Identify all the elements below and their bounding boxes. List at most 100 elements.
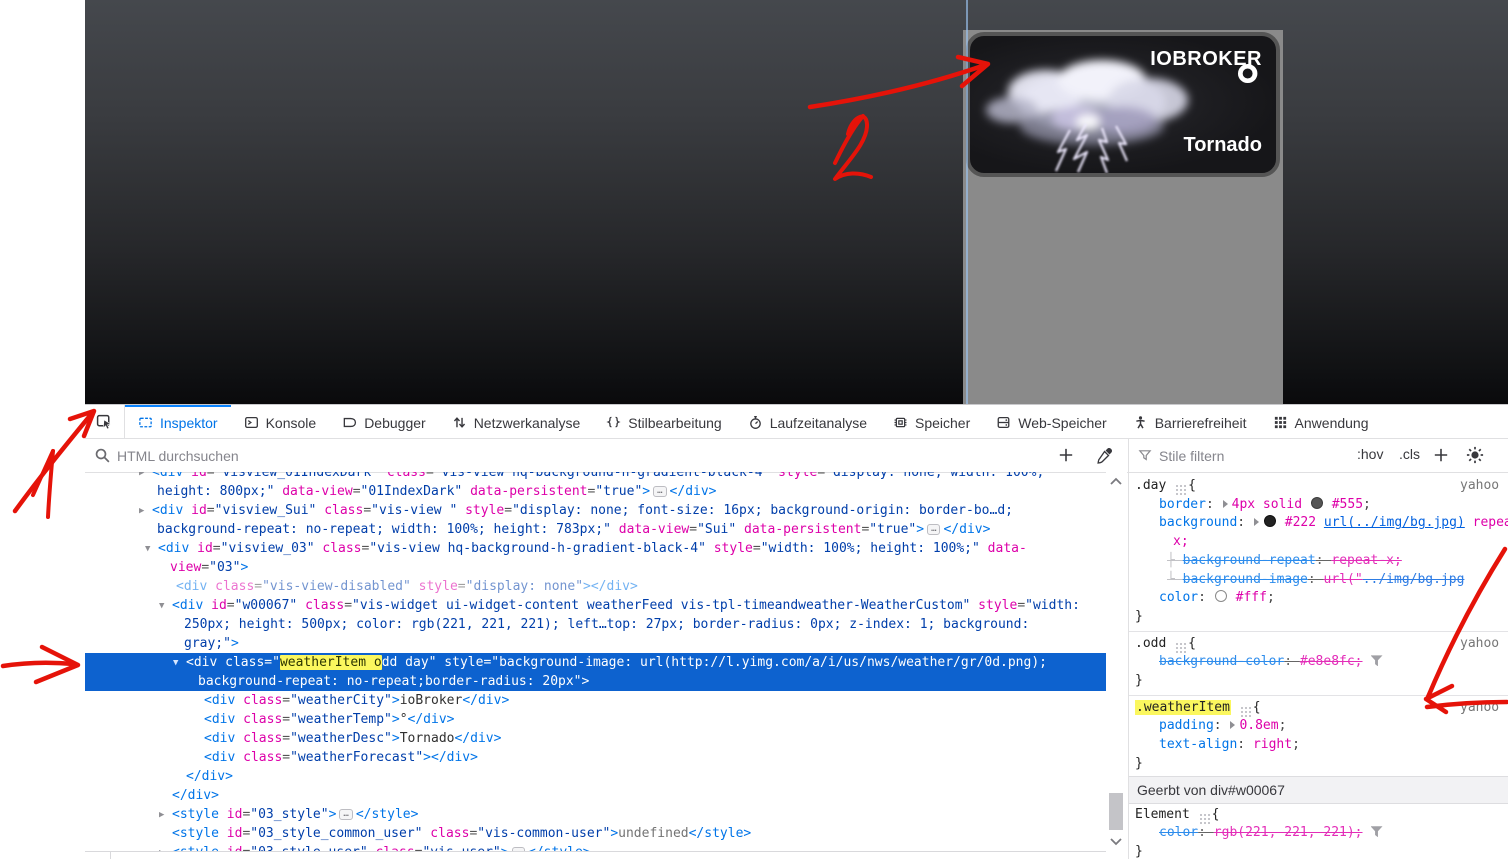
html-tree-row[interactable]: </div>: [85, 767, 1106, 786]
collapsed-content-badge[interactable]: …: [653, 486, 667, 497]
css-rule-line[interactable]: color: rgb(221, 221, 221);: [1129, 824, 1508, 843]
html-tree-row[interactable]: ▼ <div class="weatherItem odd day" style=…: [85, 653, 1106, 672]
tab-network[interactable]: Netzwerkanalyse: [439, 405, 594, 438]
tab-inspector[interactable]: Inspektor: [125, 405, 231, 438]
collapsed-content-badge[interactable]: …: [339, 809, 353, 820]
css-token: x;: [1173, 534, 1189, 550]
css-rule-line[interactable]: Element {: [1129, 806, 1508, 825]
html-tree-row[interactable]: </div>: [85, 786, 1106, 805]
element-picker-button[interactable]: [85, 405, 125, 438]
css-token: .odd: [1135, 635, 1175, 651]
expand-arrow-icon[interactable]: ▶: [159, 806, 172, 825]
html-tree-row[interactable]: ▶ <div id="visview_Sui" class="vis-view "…: [85, 501, 1106, 520]
html-tree-row[interactable]: background-repeat: no-repeat; width: 100…: [85, 520, 1106, 539]
style-editor-icon: [606, 415, 621, 430]
weather-card[interactable]: IOBROKER ° Tornado: [966, 32, 1280, 177]
scrollbar-thumb[interactable]: [1109, 793, 1123, 830]
code-token: class: [316, 503, 364, 518]
tree-scrollbar[interactable]: [1106, 472, 1127, 852]
add-node-icon[interactable]: [1057, 446, 1075, 464]
html-tree-row[interactable]: ▼ <div id="visview_03" class="vis-view hq…: [85, 539, 1106, 558]
stylesheet-source-link[interactable]: yahoo: [1460, 635, 1499, 654]
stylesheet-source-link[interactable]: yahoo: [1460, 699, 1499, 718]
css-rule-line[interactable]: x;: [1129, 533, 1508, 552]
css-rule-line[interactable]: color: #fff;: [1129, 589, 1508, 608]
html-tree-row[interactable]: <style id="03_style_common_user" class="…: [85, 824, 1106, 843]
filter-prop-icon[interactable]: [1370, 826, 1383, 838]
css-rule-line[interactable]: padding: 0.8em;: [1129, 717, 1508, 736]
html-tree-row[interactable]: <div class="weatherTemp">°</div>: [85, 710, 1106, 729]
expand-arrow-icon[interactable]: ▶: [139, 472, 152, 483]
expand-arrow-icon[interactable]: [1253, 518, 1259, 527]
html-tree-row[interactable]: ▶ <div id="visview_01IndexDark" class="vi…: [85, 472, 1106, 482]
css-rule-line[interactable]: }: [1129, 672, 1508, 691]
tab-application[interactable]: Anwendung: [1260, 405, 1382, 438]
search-input[interactable]: [115, 442, 1019, 470]
class-toggle[interactable]: .cls: [1399, 446, 1420, 462]
tab-debugger[interactable]: Debugger: [329, 405, 439, 438]
html-tree-row[interactable]: height: 800px;" data-view="01IndexDark" …: [85, 482, 1106, 501]
collapsed-content-badge[interactable]: …: [927, 524, 941, 535]
code-token: class: [235, 731, 283, 746]
stylesheet-source-link[interactable]: yahoo: [1460, 477, 1499, 496]
code-token: "03_style_common_user": [250, 826, 423, 841]
html-tree-row[interactable]: <div class="weatherDesc">Tornado</div>: [85, 729, 1106, 748]
tab-label: Debugger: [364, 414, 426, 431]
rule-separator: [1129, 691, 1508, 699]
styles-filter-input[interactable]: [1157, 442, 1346, 470]
code-token: <div: [186, 655, 218, 670]
element-picker-icon: [96, 414, 112, 430]
scroll-down-icon[interactable]: [1109, 835, 1123, 847]
css-rule-line[interactable]: border: 4px solid #555;: [1129, 496, 1508, 515]
html-tree-row[interactable]: ▶ <style id="03_style">… </style>: [85, 805, 1106, 824]
code-token: </style>: [355, 807, 419, 822]
css-token: :: [1213, 718, 1230, 734]
html-tree-row[interactable]: background-repeat: no-repeat;border-radi…: [85, 672, 1106, 691]
scroll-up-icon[interactable]: [1109, 476, 1123, 488]
css-rule-line[interactable]: ├ background-repeat: repeat-x;: [1129, 552, 1508, 571]
html-tree-row[interactable]: gray;">: [85, 634, 1106, 653]
css-rule-line[interactable]: background-color: #e8e8fc;: [1129, 653, 1508, 672]
tab-accessibility[interactable]: Barrierefreiheit: [1120, 405, 1260, 438]
eyedropper-icon[interactable]: [1096, 446, 1114, 464]
css-token: }: [1135, 755, 1143, 771]
tab-storage[interactable]: Web-Speicher: [983, 405, 1119, 438]
pseudo-class-toggle[interactable]: :hov: [1357, 446, 1383, 462]
html-tree-row[interactable]: <div class="weatherForecast"></div>: [85, 748, 1106, 767]
tab-style-editor[interactable]: Stilbearbeitung: [593, 405, 734, 438]
expand-arrow-icon[interactable]: ▼: [159, 597, 172, 616]
code-token: ": [272, 655, 280, 670]
css-rule-line[interactable]: }: [1129, 608, 1508, 627]
tab-performance[interactable]: Laufzeitanalyse: [735, 405, 880, 438]
css-rule-line[interactable]: .weatherItem {yahoo: [1129, 699, 1508, 718]
code-token: "true": [595, 484, 643, 499]
code-token: °: [399, 712, 408, 727]
html-tree-row[interactable]: view="03">: [85, 558, 1106, 577]
code-token: <div: [152, 472, 184, 480]
css-rule-line[interactable]: .day {yahoo: [1129, 477, 1508, 496]
css-rule-line[interactable]: .odd {yahoo: [1129, 635, 1508, 654]
tab-memory[interactable]: Speicher: [880, 405, 983, 438]
add-rule-icon[interactable]: [1432, 446, 1450, 464]
filter-prop-icon[interactable]: [1370, 655, 1383, 667]
css-rule-line[interactable]: text-align: right;: [1129, 736, 1508, 755]
code-token: dd day": [381, 655, 437, 670]
expand-arrow-icon[interactable]: ▶: [139, 502, 152, 521]
code-token: =: [212, 541, 221, 556]
expand-arrow-icon[interactable]: [1222, 499, 1228, 508]
devtools-tabbar: Inspektor Konsole Debugger Netzwerkanalyse S…: [85, 405, 1508, 439]
css-rule-line[interactable]: }: [1129, 843, 1508, 859]
html-tree-row[interactable]: <div class="weatherCity">ioBroker</div>: [85, 691, 1106, 710]
css-rule-line[interactable]: }: [1129, 755, 1508, 774]
css-rule-line[interactable]: └ background-image: url("../img/bg.jpg: [1129, 571, 1508, 590]
html-tree-row[interactable]: <div class="vis-view-disabled" style="di…: [85, 577, 1106, 596]
html-tree-row[interactable]: ▼ <div id="w00067" class="vis-widget ui-w…: [85, 596, 1106, 615]
expand-arrow-icon[interactable]: ▼: [145, 540, 158, 559]
css-rule-line[interactable]: background: #222 url(../img/bg.jpg) repe…: [1129, 514, 1508, 533]
expand-arrow-icon[interactable]: [1230, 721, 1236, 730]
html-tree-row[interactable]: 250px; height: 500px; color: rgb(221, 22…: [85, 615, 1106, 634]
tab-console[interactable]: Konsole: [231, 405, 330, 438]
light-mode-sun-icon[interactable]: [1466, 446, 1484, 464]
performance-icon: [748, 415, 763, 430]
expand-arrow-icon[interactable]: ▼: [173, 654, 186, 673]
